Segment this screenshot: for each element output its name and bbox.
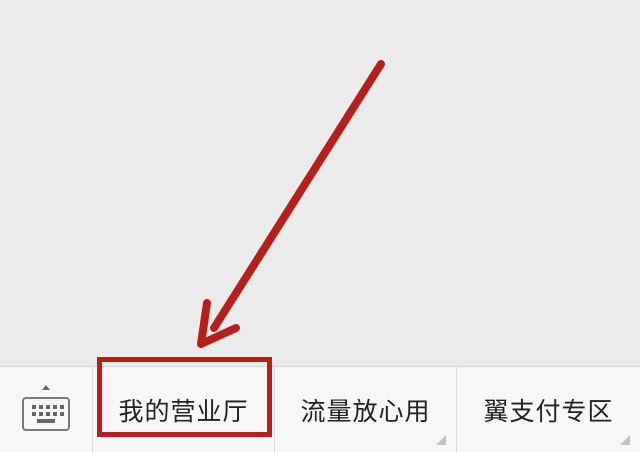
submenu-indicator-icon: [620, 435, 630, 445]
menu-item-label: 流量放心用: [300, 397, 431, 426]
menu-item-label: 我的营业厅: [118, 397, 249, 426]
submenu-indicator-icon: [436, 435, 446, 445]
keyboard-icon: [22, 397, 70, 431]
keyboard-toggle-button[interactable]: [0, 367, 93, 452]
custom-menu-bar: 我的营业厅 流量放心用 翼支付专区: [0, 366, 640, 452]
chat-screen: 我的营业厅 流量放心用 翼支付专区: [0, 0, 640, 452]
menu-item-label: 翼支付专区: [483, 397, 614, 426]
menu-item-my-service-hall[interactable]: 我的营业厅: [93, 367, 275, 452]
menu-item-bestpay-zone[interactable]: 翼支付专区: [457, 367, 640, 452]
caret-up-icon: [42, 385, 50, 390]
menu-item-data-worry-free[interactable]: 流量放心用: [275, 367, 457, 452]
chat-content-area: [0, 0, 640, 366]
